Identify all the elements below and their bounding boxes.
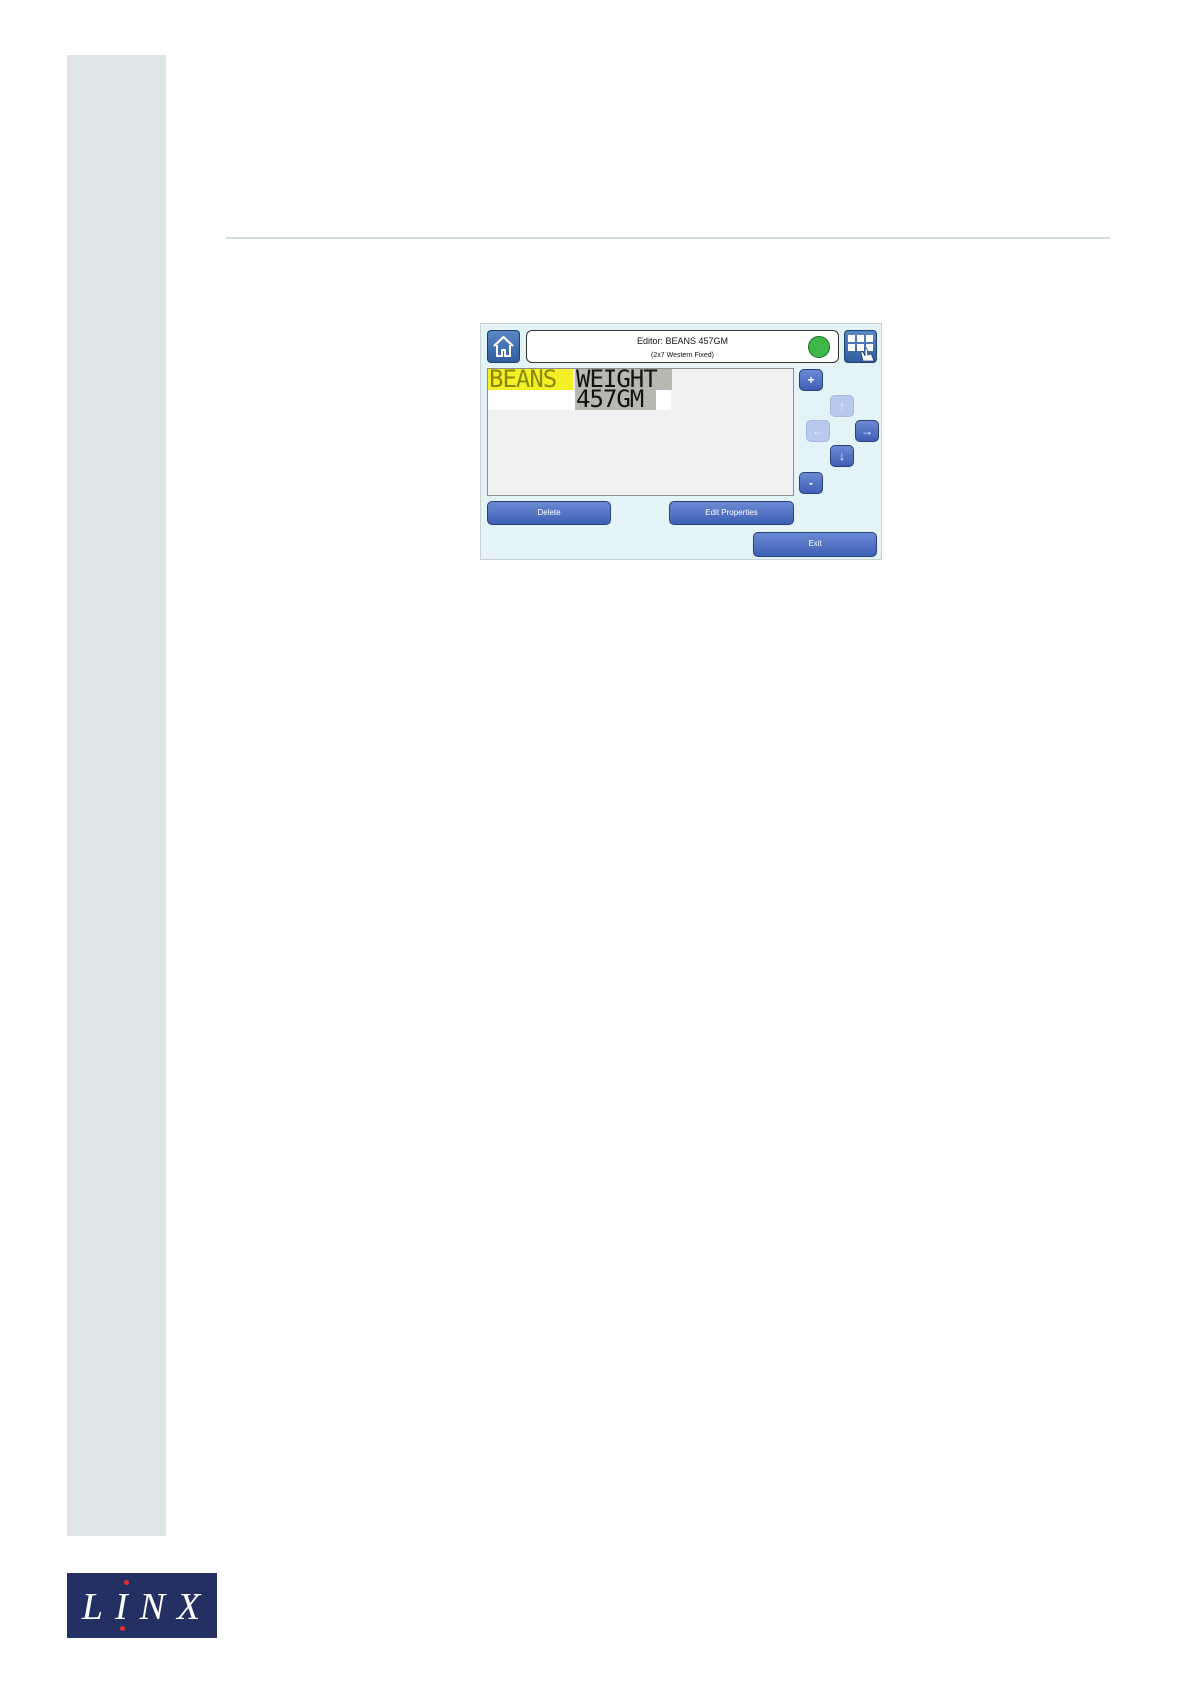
editor-title: Editor: BEANS 457GM	[636, 336, 729, 346]
editor-subtitle: (2x7 Western Fixed)	[651, 352, 714, 359]
menu-button[interactable]	[844, 330, 877, 363]
edit-properties-button[interactable]: Edit Properties	[669, 501, 794, 525]
arrow-left-icon: ←	[812, 424, 824, 438]
status-indicator	[808, 336, 830, 358]
arrow-down-icon: ↓	[839, 449, 845, 463]
section-rule	[226, 237, 1110, 239]
right-arrow-button[interactable]: →	[855, 420, 879, 442]
logo-dot-top	[124, 1580, 129, 1585]
grid-menu-icon	[848, 335, 875, 362]
arrow-right-icon: →	[861, 424, 873, 438]
logo-wordmark: LINX	[81, 1586, 213, 1628]
minus-button[interactable]: -	[799, 472, 823, 494]
home-icon	[493, 335, 514, 357]
linx-logo: LINX	[67, 1573, 217, 1638]
editor-screenshot: Editor: BEANS 457GM (2x7 Western Fixed) …	[480, 323, 882, 560]
logo-dot-bottom	[120, 1626, 125, 1631]
text-field-beans[interactable]: BEANS	[488, 369, 573, 391]
down-arrow-button[interactable]: ↓	[830, 445, 854, 467]
message-canvas[interactable]: BEANS WEIGHT 457GM	[487, 368, 794, 496]
text-field-457gm[interactable]: 457GM	[575, 387, 656, 411]
home-button[interactable]	[487, 330, 520, 363]
left-arrow-button[interactable]: ←	[806, 420, 830, 442]
exit-button[interactable]: Exit	[753, 532, 877, 557]
delete-button[interactable]: Delete	[487, 501, 611, 525]
up-arrow-button[interactable]: ↑	[830, 395, 854, 417]
plus-button[interactable]: +	[799, 369, 823, 391]
arrow-up-icon: ↑	[839, 399, 845, 413]
side-band	[67, 55, 166, 1536]
editor-title-box: Editor: BEANS 457GM (2x7 Western Fixed)	[526, 330, 839, 363]
